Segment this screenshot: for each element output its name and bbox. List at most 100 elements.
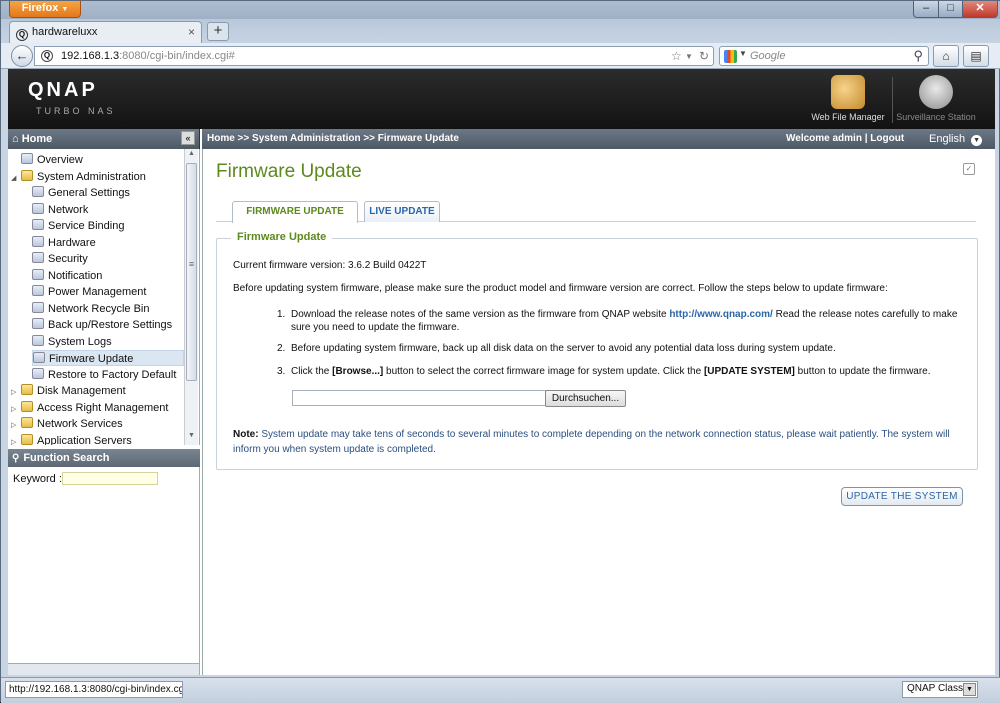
site-identity-icon[interactable]: Q (41, 50, 53, 62)
sidebar-item[interactable]: ◢ System Administration (11, 169, 146, 185)
bookmark-star-icon[interactable]: ☆ (671, 49, 682, 63)
update-system-button[interactable]: UPDATE THE SYSTEM (841, 487, 963, 506)
expand-toggle-icon[interactable]: ▷ (11, 435, 21, 446)
settings-page-icon (32, 367, 44, 379)
breadcrumb: Home >> System Administration >> Firmwar… (207, 133, 459, 144)
browser-window: Firefox ▼ – □ ✕ Qhardwareluxx × + ← Q 192.… (0, 0, 1000, 703)
step-text: Before updating system firmware, back up… (291, 343, 836, 354)
update-system-reference: [UPDATE SYSTEM] (703, 366, 795, 377)
back-button[interactable]: ← (11, 45, 33, 67)
scrollbar-thumb[interactable]: ≡ (186, 163, 197, 381)
status-url: http://192.168.1.3:8080/cgi-bin/index.cg… (5, 681, 183, 698)
search-placeholder: Google (750, 50, 786, 62)
url-port: :8080 (119, 50, 147, 62)
browser-tab[interactable]: Qhardwareluxx × (9, 21, 202, 43)
step-text: button to update the firmware. (794, 366, 931, 377)
function-search-title: Function Search (23, 452, 110, 464)
collapse-sidebar-button[interactable]: « (181, 131, 195, 145)
sidebar-item[interactable]: ▷ Disk Management (11, 383, 126, 399)
tab-firmware-update[interactable]: FIRMWARE UPDATE (232, 201, 358, 223)
maximize-button[interactable]: □ (938, 1, 963, 18)
settings-page-icon (32, 235, 44, 247)
sidebar-item[interactable]: General Settings (32, 185, 130, 201)
sidebar-item[interactable]: Firmware Update (32, 350, 184, 366)
folder-magnifier-icon (831, 75, 865, 109)
page-title: Firmware Update (216, 161, 362, 182)
url-host: 192.168.1.3 (61, 50, 120, 62)
sidebar-item[interactable]: ▷ Network Services (11, 416, 123, 432)
step-text: Click the (291, 366, 333, 377)
sidebar-item[interactable]: Network Recycle Bin (32, 301, 149, 317)
dropdown-arrow-icon[interactable]: ▼ (685, 52, 693, 61)
language-selector[interactable]: English ▼ (929, 133, 983, 146)
settings-page-icon (32, 268, 44, 280)
close-window-button[interactable]: ✕ (962, 1, 998, 18)
firmware-update-section: Firmware Update Current firmware version… (216, 231, 978, 470)
browse-button[interactable]: Durchsuchen... (545, 390, 626, 407)
function-search-header: ⚲ Function Search (8, 449, 200, 467)
step-number: 3. (277, 366, 286, 377)
sidebar-item[interactable]: Restore to Factory Default (32, 367, 176, 383)
web-file-manager-label: Web File Manager (811, 112, 885, 122)
home-icon: ⌂ (12, 133, 19, 145)
tab-live-update[interactable]: LIVE UPDATE (364, 201, 440, 222)
sidebar-item[interactable]: System Logs (32, 334, 112, 350)
firefox-menu-button[interactable]: Firefox ▼ (9, 1, 81, 18)
sidebar-item-label: Restore to Factory Default (48, 368, 177, 381)
tab-strip: FIRMWARE UPDATE LIVE UPDATE (216, 201, 976, 223)
navigation-bar: ← Q 192.168.1.3:8080/cgi-bin/index.cgi# ☆… (1, 43, 1000, 69)
qnap-website-link[interactable]: http://www.qnap.com/ (669, 309, 773, 320)
settings-page-icon (32, 285, 44, 296)
sidebar-item[interactable]: Hardware (32, 235, 96, 251)
turbo-nas-subtitle: TURBO NAS (36, 106, 116, 116)
sidebar-item[interactable]: Notification (32, 268, 102, 284)
reload-icon[interactable]: ↻ (699, 49, 709, 63)
camera-icon (919, 75, 953, 109)
address-bar[interactable]: Q 192.168.1.3:8080/cgi-bin/index.cgi# ☆ ▼… (34, 46, 714, 66)
function-search-panel: Keyword : (8, 467, 200, 667)
expand-toggle-icon[interactable]: ◢ (11, 171, 21, 187)
theme-select[interactable]: QNAP Classic ▼ (902, 681, 978, 698)
addon-button[interactable]: ▤ (963, 45, 989, 67)
help-icon[interactable]: ✓ (963, 163, 975, 175)
sidebar-item-label: Security (48, 253, 88, 265)
scroll-up-icon[interactable]: ▲ (186, 150, 197, 161)
sidebar-item[interactable]: Back up/Restore Settings (32, 317, 172, 333)
sidebar-item[interactable]: Security (32, 251, 88, 267)
main-panel: Firmware Update ✓ FIRMWARE UPDATE LIVE U… (202, 149, 995, 675)
step-number: 1. (277, 309, 286, 320)
step-3: 3. Click the [Browse...] button to selec… (277, 365, 967, 378)
sidebar-item[interactable]: ▷ Access Right Management (11, 400, 168, 416)
minimize-button[interactable]: – (913, 1, 939, 18)
sidebar-item[interactable]: Overview (11, 152, 83, 168)
home-button[interactable]: ⌂ (933, 45, 959, 67)
folder-icon (21, 433, 33, 445)
keyword-input[interactable] (62, 472, 158, 485)
settings-page-icon (32, 186, 44, 197)
step-1: 1. Download the release notes of the sam… (277, 308, 967, 334)
surveillance-station-label: Surveillance Station (896, 112, 976, 122)
new-tab-button[interactable]: + (207, 22, 229, 41)
tree-scrollbar[interactable]: ▲ ≡ ▼ (184, 149, 198, 445)
close-tab-icon[interactable]: × (188, 25, 195, 39)
note-text: System update may take tens of seconds t… (233, 429, 950, 455)
chevron-down-icon: ▼ (61, 6, 69, 13)
web-file-manager-link[interactable]: Web File Manager (808, 75, 888, 122)
engine-dropdown-icon[interactable]: ▼ (739, 49, 747, 58)
search-input[interactable]: ▼ Google ⚲ (719, 46, 929, 66)
scroll-down-icon[interactable]: ▼ (186, 432, 197, 443)
sidebar-title[interactable]: Home (22, 133, 53, 145)
sidebar-item-label: System Logs (48, 335, 112, 348)
main-header-bar: Home >> System Administration >> Firmwar… (202, 129, 995, 149)
sidebar-item[interactable]: Service Binding (32, 218, 124, 234)
search-icon[interactable]: ⚲ (913, 48, 923, 64)
sidebar-item-label: Network (48, 203, 89, 216)
sidebar-item[interactable]: ▷ Application Servers (11, 433, 132, 446)
tab-title: hardwareluxx (32, 26, 98, 38)
firmware-file-input[interactable] (292, 390, 546, 406)
surveillance-station-link[interactable]: Surveillance Station (896, 75, 976, 122)
sidebar-item[interactable]: Power Management (32, 284, 146, 300)
welcome-logout-link[interactable]: Welcome admin | Logout (786, 133, 904, 144)
page-content: QNAP TURBO NAS Web File Manager Surveill… (8, 69, 995, 675)
sidebar-item[interactable]: Network (32, 202, 88, 218)
